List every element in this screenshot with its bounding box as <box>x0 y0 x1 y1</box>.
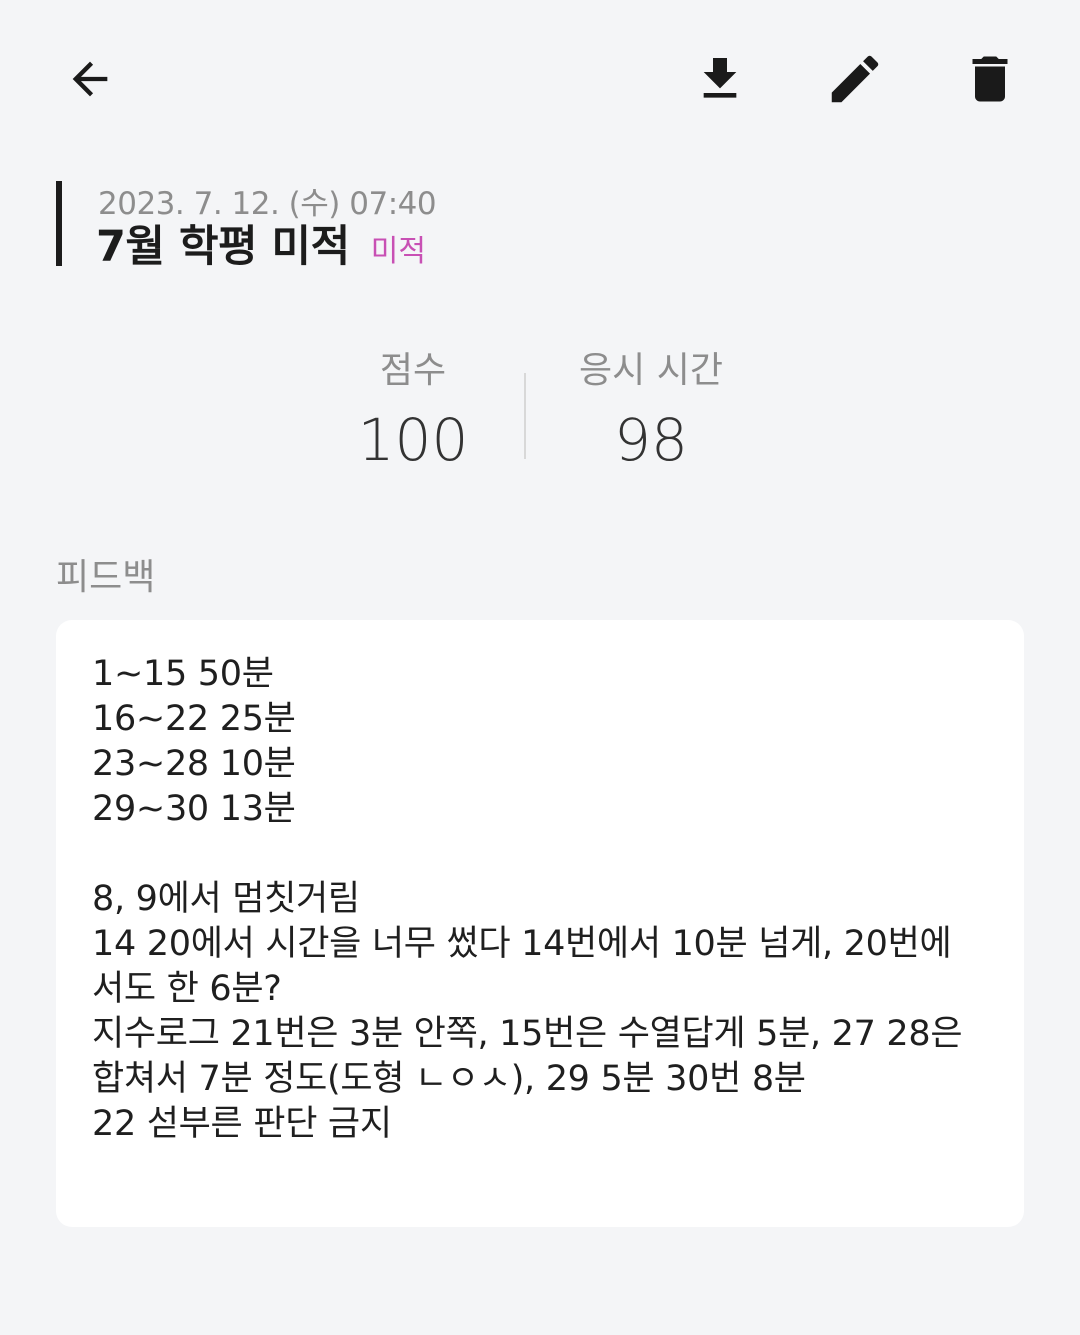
feedback-line: 서도 한 6분? <box>92 969 282 1009</box>
feedback-card: 1~15 50분 16~22 25분 23~28 10분 29~30 13분 8, 9… <box>56 620 1024 1227</box>
time-stat: 응시 시간 98 <box>521 345 781 483</box>
download-button[interactable] <box>684 43 756 115</box>
feedback-line: 23~28 10분 <box>92 744 296 784</box>
feedback-line: 지수로그 21번은 3분 안쪽, 15번은 수열답게 5분, 27 28은 <box>92 1014 963 1054</box>
score-value: 100 <box>357 406 469 474</box>
record-title: 7월 학평 미적 <box>96 222 350 272</box>
arrow-left-icon <box>64 53 116 105</box>
feedback-line: 22 섣부른 판단 금지 <box>92 1104 392 1144</box>
feedback-line: 29~30 13분 <box>92 789 296 829</box>
score-label: 점수 <box>379 350 447 391</box>
edit-button[interactable] <box>819 43 891 115</box>
feedback-line: 합쳐서 7분 정도(도형 ㄴㅇㅅ), 29 5분 30번 8분 <box>92 1059 806 1099</box>
time-value: 98 <box>614 406 688 474</box>
feedback-text: 1~15 50분 16~22 25분 23~28 10분 29~30 13분 8, 9… <box>92 652 988 1147</box>
time-label: 응시 시간 <box>579 350 723 391</box>
record-header-bar <box>56 181 98 266</box>
feedback-line: 16~22 25분 <box>92 699 296 739</box>
feedback-line: 1~15 50분 <box>92 654 274 694</box>
feedback-line <box>92 832 988 877</box>
record-title-row: 7월 학평 미적 미적 <box>96 212 426 274</box>
pencil-icon <box>824 48 886 110</box>
feedback-line: 8, 9에서 멈칫거림 <box>92 879 360 919</box>
feedback-line: 14 20에서 시간을 너무 썼다 14번에서 10분 넘게, 20번에 <box>92 924 952 964</box>
feedback-label: 피드백 <box>56 557 156 598</box>
trash-icon <box>960 49 1020 109</box>
stats-panel: 점수 100 응시 시간 98 <box>0 345 1080 475</box>
delete-button[interactable] <box>954 43 1026 115</box>
category-tag: 미적 <box>370 234 426 269</box>
download-icon <box>692 51 748 107</box>
top-app-bar <box>0 0 1080 160</box>
back-button[interactable] <box>54 43 126 115</box>
score-stat: 점수 100 <box>283 345 543 483</box>
